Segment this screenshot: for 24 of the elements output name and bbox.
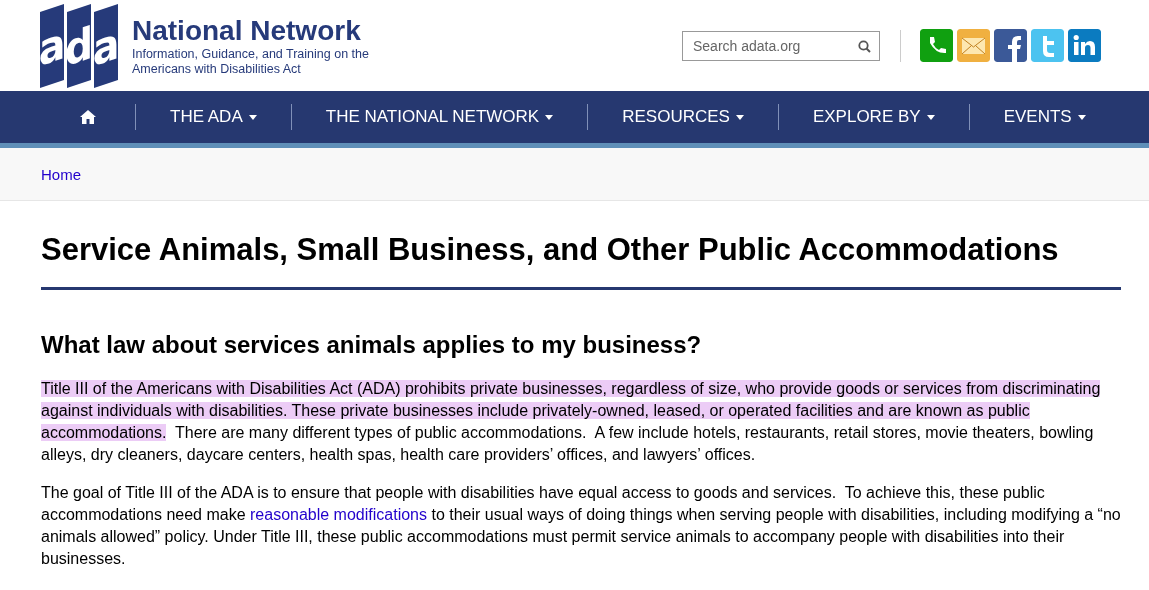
section-heading: What law about services animals applies to my business? (41, 330, 703, 360)
caret-icon (735, 114, 744, 120)
caret-icon (926, 114, 935, 120)
nav-menu-item[interactable]: EXPLORE BY (778, 91, 969, 143)
caret-icon (1077, 114, 1086, 120)
search-field[interactable]: Search adata.org (682, 30, 880, 61)
nav-menu-item[interactable]: THE ADA (136, 91, 291, 143)
breadcrumb-link[interactable]: Home (41, 165, 81, 183)
nav-menu-item[interactable]: RESOURCES (588, 91, 778, 143)
phone-icon[interactable] (920, 29, 953, 62)
paragraph: The goal of Title III of the ADA is to ensure that people with disabilities have equal access to goods and services. To achieve this, these public accommodations need make reasonable modifications to their usual ways of doing things when serving people with disabilities, including modifying a “no animals allowed” policy. Under Title III, these public accommodations must permit service animals to accompany people with disabilities into their businesses. (41, 483, 1121, 569)
site-tagline: Information, Guidance, and Training on the (132, 46, 369, 62)
site-tagline: Americans with Disabilities Act (132, 61, 302, 77)
text-link[interactable]: reasonable modifications (250, 506, 427, 523)
paragraph: Title III of the Americans with Disabilities Act (ADA) prohibits private businesses, regardless of size, who provide goods or services from discriminating against individuals with disabilities. These private businesses include privately-owned, leased, or operated facilities and are known as public accommodations. There are many different types of public accommodations. A few include hotels, restaurants, retail stores, movie theaters, bowling alleys, dry cleaners, daycare centers, health spas, health care providers’ offices, and lawyers’ offices. (41, 379, 1102, 465)
caret-icon (248, 114, 257, 120)
caret-icon (545, 114, 554, 120)
search-icon[interactable] (858, 39, 871, 53)
linkedin-icon[interactable] (1068, 29, 1101, 62)
site-title: National Network (132, 14, 362, 47)
nav-menu-item[interactable]: EVENTS (969, 91, 1120, 143)
page-title: Service Animals, Small Business, and Other Public Accommodations (41, 231, 1121, 290)
facebook-icon[interactable] (994, 29, 1027, 62)
nav-menu-item[interactable]: THE NATIONAL NETWORK (291, 91, 588, 143)
